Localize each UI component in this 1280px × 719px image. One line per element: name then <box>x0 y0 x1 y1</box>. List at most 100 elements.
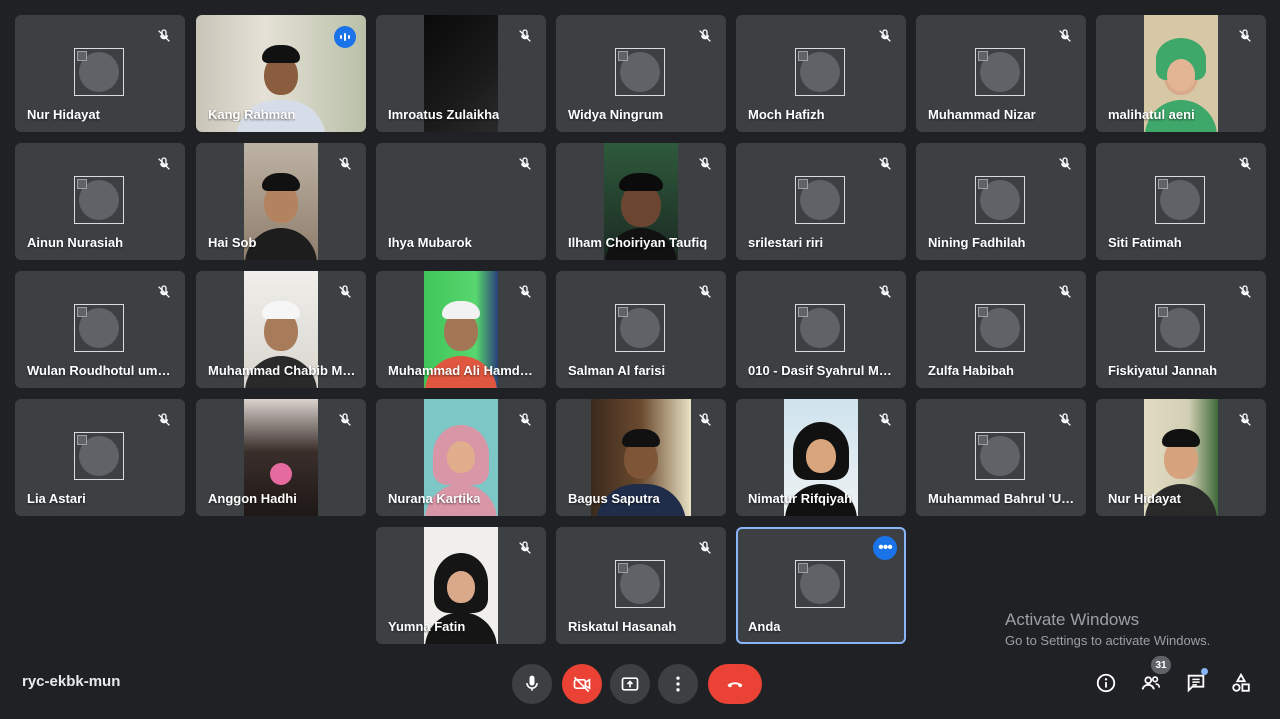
participant-tile[interactable]: Bagus Saputra <box>556 399 726 516</box>
participant-tile[interactable]: Nur Hidayat <box>1096 399 1266 516</box>
participant-name: Moch Hafizh <box>748 107 825 122</box>
participant-name: Nur Hidayat <box>27 107 100 122</box>
muted-mic-icon <box>332 151 358 177</box>
end-call-button[interactable] <box>708 664 762 704</box>
more-options-icon[interactable]: ••• <box>873 536 897 560</box>
muted-mic-icon <box>1232 407 1258 433</box>
info-icon <box>1095 672 1117 694</box>
participant-tile[interactable]: Ilham Choiriyan Taufiq <box>556 143 726 260</box>
participant-tile[interactable]: Imroatus Zulaikha <box>376 15 546 132</box>
participant-tile[interactable]: Nurana Kartika <box>376 399 546 516</box>
participant-name: Riskatul Hasanah <box>568 619 677 634</box>
activate-windows-subtitle: Go to Settings to activate Windows. <box>1005 633 1211 648</box>
chat-notification-dot <box>1201 668 1208 675</box>
participant-tile[interactable]: Muhammad Chabib Maulana <box>196 271 366 388</box>
participant-tile[interactable]: Moch Hafizh <box>736 15 906 132</box>
muted-mic-icon <box>692 407 718 433</box>
participant-name: Nimatur Rifqiyah <box>748 491 853 506</box>
participant-tile[interactable]: srilestari riri <box>736 143 906 260</box>
muted-mic-icon <box>151 151 177 177</box>
participant-tile[interactable]: Yumna Fatin <box>376 527 546 644</box>
muted-mic-icon <box>872 407 898 433</box>
participant-tile[interactable]: Fiskiyatul Jannah <box>1096 271 1266 388</box>
muted-mic-icon <box>872 151 898 177</box>
activities-icon <box>1230 672 1252 694</box>
muted-mic-icon <box>692 535 718 561</box>
participant-tile[interactable]: Lia Astari <box>15 399 185 516</box>
participant-tile[interactable]: Ainun Nurasiah <box>15 143 185 260</box>
participant-tile[interactable]: Kang Rahman <box>196 15 366 132</box>
microphone-button[interactable] <box>512 664 552 704</box>
participant-tile[interactable]: Siti Fatimah <box>1096 143 1266 260</box>
participant-name: Bagus Saputra <box>568 491 660 506</box>
participant-name: Imroatus Zulaikha <box>388 107 500 122</box>
participant-tile[interactable]: Muhammad Nizar <box>916 15 1086 132</box>
self-participant-tile[interactable]: ••• Anda <box>736 527 906 644</box>
participant-name: Fiskiyatul Jannah <box>1108 363 1218 378</box>
muted-mic-icon <box>512 279 538 305</box>
broken-avatar-image <box>795 560 845 608</box>
broken-avatar-image <box>615 48 665 96</box>
muted-mic-icon <box>692 151 718 177</box>
muted-mic-icon <box>512 407 538 433</box>
participant-name: Muhammad Ali Hamdani <box>388 363 536 378</box>
participant-name: Yumna Fatin <box>388 619 466 634</box>
participant-name: Ihya Mubarok <box>388 235 472 250</box>
muted-mic-icon <box>692 23 718 49</box>
broken-avatar-image <box>615 560 665 608</box>
broken-avatar-image <box>795 176 845 224</box>
bottom-control-bar: ryc-ekbk-mun <box>0 650 1280 719</box>
participant-tile[interactable]: malihatul aeni <box>1096 15 1266 132</box>
broken-avatar-image <box>975 432 1025 480</box>
muted-mic-icon <box>1232 151 1258 177</box>
participant-tile[interactable]: Salman Al farisi <box>556 271 726 388</box>
muted-mic-icon <box>872 23 898 49</box>
muted-mic-icon <box>1052 23 1078 49</box>
participant-tile[interactable]: Muhammad Bahrul 'Ulum <box>916 399 1086 516</box>
end-call-icon <box>725 674 745 694</box>
participant-tile[interactable]: Nur Hidayat <box>15 15 185 132</box>
people-icon <box>1140 672 1162 694</box>
participant-name: 010 - Dasif Syahrul Mubarok <box>748 363 896 378</box>
broken-avatar-image <box>615 304 665 352</box>
participant-name: malihatul aeni <box>1108 107 1195 122</box>
participant-tile[interactable]: Hai Sob <box>196 143 366 260</box>
participant-name: srilestari riri <box>748 235 824 250</box>
broken-avatar-image <box>74 304 124 352</box>
participant-count-badge: 31 <box>1151 656 1171 674</box>
muted-mic-icon <box>151 407 177 433</box>
muted-mic-icon <box>872 279 898 305</box>
participant-name: Siti Fatimah <box>1108 235 1182 250</box>
camera-toggle-button[interactable] <box>562 664 602 704</box>
broken-avatar-image <box>74 432 124 480</box>
participant-tile[interactable]: Wulan Roudhotul umami <box>15 271 185 388</box>
participant-tile[interactable]: Muhammad Ali Hamdani <box>376 271 546 388</box>
participant-tile[interactable]: Zulfa Habibah <box>916 271 1086 388</box>
broken-avatar-image <box>795 304 845 352</box>
more-options-button[interactable] <box>658 664 698 704</box>
broken-avatar-image <box>975 176 1025 224</box>
muted-mic-icon <box>1052 151 1078 177</box>
participant-name: Hai Sob <box>208 235 257 250</box>
participant-name: Salman Al farisi <box>568 363 666 378</box>
muted-mic-icon <box>1232 23 1258 49</box>
participant-tile[interactable]: Nining Fadhilah <box>916 143 1086 260</box>
participant-tile[interactable]: Ihya Mubarok <box>376 143 546 260</box>
participant-name: Ainun Nurasiah <box>27 235 124 250</box>
participant-tile[interactable]: 010 - Dasif Syahrul Mubarok <box>736 271 906 388</box>
broken-avatar-image <box>975 48 1025 96</box>
present-screen-button[interactable] <box>610 664 650 704</box>
participant-tile[interactable]: Widya Ningrum <box>556 15 726 132</box>
participant-tile[interactable]: Riskatul Hasanah <box>556 527 726 644</box>
microphone-icon <box>522 674 542 694</box>
activities-button[interactable] <box>1228 670 1254 696</box>
participant-tile[interactable]: Nimatur Rifqiyah <box>736 399 906 516</box>
participant-name: Muhammad Bahrul 'Ulum <box>928 491 1076 506</box>
broken-avatar-image <box>975 304 1025 352</box>
muted-mic-icon <box>151 23 177 49</box>
meeting-details-button[interactable] <box>1093 670 1119 696</box>
participant-name: Anda <box>748 619 781 634</box>
chat-icon <box>1185 672 1207 694</box>
participant-tile[interactable]: Anggon Hadhi <box>196 399 366 516</box>
muted-mic-icon <box>1232 279 1258 305</box>
